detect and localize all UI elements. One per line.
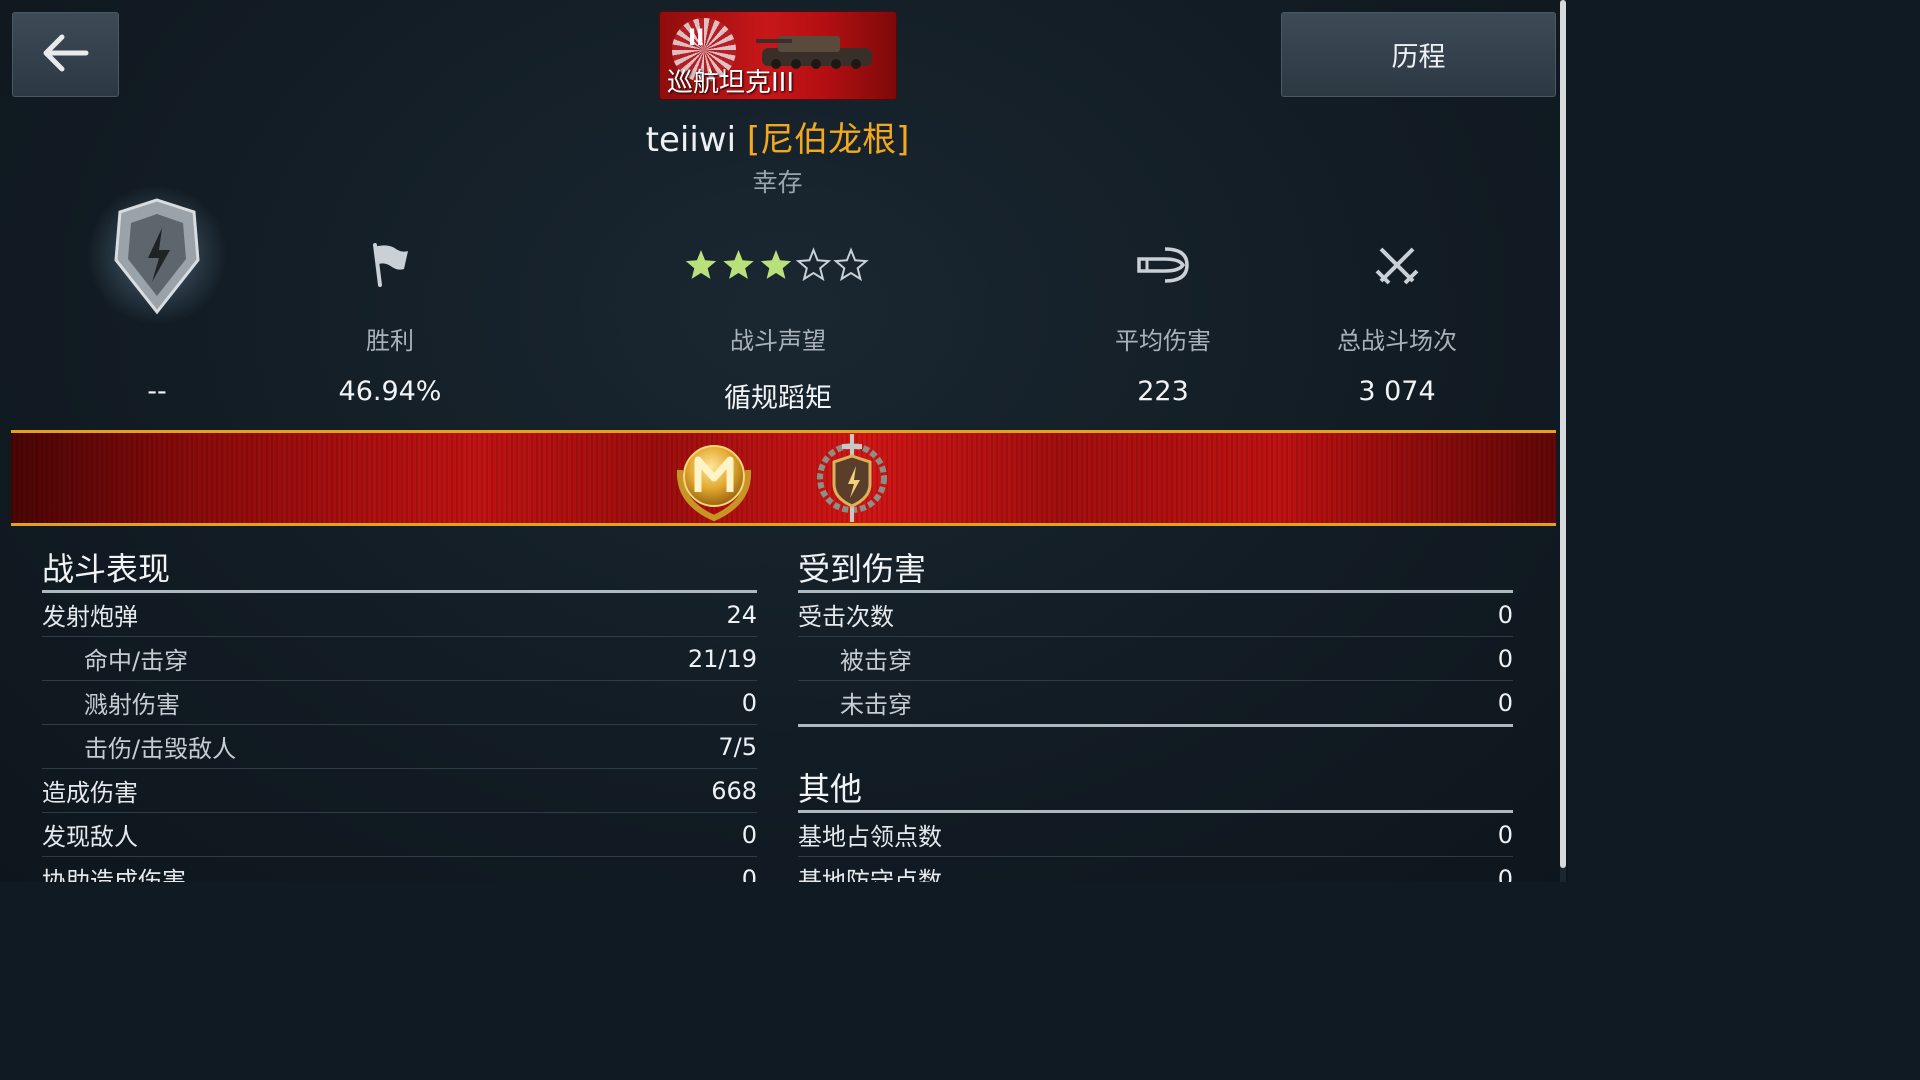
table-row: 基地占领点数 0 <box>798 813 1513 857</box>
table-row: 命中/击穿 21/19 <box>42 637 757 681</box>
section-divider <box>798 724 1513 727</box>
table-row: 发现敌人 0 <box>42 813 757 857</box>
section-title: 其他 <box>798 764 1513 813</box>
star-filled-icon <box>685 250 717 279</box>
profile-screen: { "header": { "back_label": "", "history… <box>0 0 1568 882</box>
stat-label: 胜利 <box>366 327 414 355</box>
stat-value: 循规蹈矩 <box>724 383 832 414</box>
stat-reputation: 战斗声望 循规蹈矩 <box>628 215 928 415</box>
section-title: 战斗表现 <box>42 544 757 593</box>
row-value: 0 <box>741 864 757 883</box>
table-row: 击伤/击毁敌人 7/5 <box>42 725 757 769</box>
row-label: 发射炮弹 <box>42 603 138 631</box>
rank-shield-icon <box>87 185 227 325</box>
back-button[interactable] <box>12 12 119 97</box>
clan-tag: [尼伯龙根] <box>746 120 910 160</box>
tank-banner: II 巡航坦克III <box>659 11 897 100</box>
stat-label: 总战斗场次 <box>1337 327 1457 355</box>
star-filled-icon <box>760 250 792 279</box>
row-label: 命中/击穿 <box>84 647 189 675</box>
row-label: 发现敌人 <box>42 823 138 851</box>
table-row: 未击穿 0 <box>798 681 1513 724</box>
survival-status: 幸存 <box>752 168 803 197</box>
section-title: 受到伤害 <box>798 544 1513 593</box>
star-empty-icon <box>795 247 832 282</box>
crossed-swords-icon <box>1375 247 1419 285</box>
table-row: 受击次数 0 <box>798 593 1513 637</box>
tank-name: 巡航坦克III <box>667 68 795 98</box>
flag-icon <box>373 243 408 287</box>
row-label: 未击穿 <box>840 691 912 719</box>
row-label: 基地占领点数 <box>798 823 942 851</box>
table-row: 溅射伤害 0 <box>42 681 757 725</box>
row-label: 造成伤害 <box>42 779 138 807</box>
row-value: 24 <box>726 600 757 629</box>
row-value: 668 <box>711 776 757 805</box>
row-label: 协助造成伤害 <box>42 867 186 882</box>
row-label: 受击次数 <box>798 603 894 631</box>
damage-received-section: 受到伤害 受击次数 0 被击穿 0 未击穿 0 <box>798 544 1513 727</box>
shield-sword-medal-icon[interactable] <box>812 432 892 528</box>
row-label: 基地防守点数 <box>798 867 942 882</box>
star-empty-icon <box>833 247 869 282</box>
history-button[interactable]: 历程 <box>1281 12 1556 97</box>
player-line: teiiwi [尼伯龙根] <box>0 112 1555 161</box>
shell-damage-icon <box>1137 247 1189 283</box>
tank-tier: II <box>688 26 705 51</box>
star-rating <box>628 215 928 315</box>
row-value: 0 <box>1497 600 1513 629</box>
row-value: 0 <box>741 820 757 849</box>
table-row: 基地防守点数 0 <box>798 857 1513 883</box>
other-section: 其他 基地占领点数 0 基地防守点数 0 <box>798 764 1513 882</box>
stat-value: 46.94% <box>338 376 442 407</box>
table-row: 协助造成伤害 0 <box>42 857 757 883</box>
table-row: 造成伤害 668 <box>42 769 757 813</box>
row-value: 0 <box>1497 864 1513 883</box>
row-label: 溅射伤害 <box>84 691 180 719</box>
stat-victories: 胜利 46.94% <box>240 215 540 407</box>
player-name: teiiwi <box>645 120 737 160</box>
row-label: 被击穿 <box>840 647 912 675</box>
row-value: 0 <box>1497 820 1513 849</box>
medals-ribbon <box>11 430 1556 526</box>
row-value: 0 <box>1497 688 1513 717</box>
row-value: 0 <box>741 688 757 717</box>
stat-label: 战斗声望 <box>730 327 826 355</box>
table-row: 被击穿 0 <box>798 637 1513 681</box>
stat-total-battles: 总战斗场次 3 074 <box>1247 215 1547 407</box>
combat-performance-section: 战斗表现 发射炮弹 24 命中/击穿 21/19 溅射伤害 0 击伤/击毁敌人 7/5 … <box>42 544 757 882</box>
row-value: 0 <box>1497 644 1513 673</box>
star-filled-icon <box>723 250 754 279</box>
scrollbar-thumb[interactable] <box>1560 0 1566 868</box>
row-value: 7/5 <box>718 732 757 761</box>
mastery-badge-m-icon[interactable] <box>670 440 758 526</box>
stat-value: 3 074 <box>1358 376 1436 407</box>
arrow-left-icon <box>40 33 92 77</box>
row-label: 击伤/击毁敌人 <box>84 735 237 763</box>
row-value: 21/19 <box>687 644 757 673</box>
table-row: 发射炮弹 24 <box>42 593 757 637</box>
